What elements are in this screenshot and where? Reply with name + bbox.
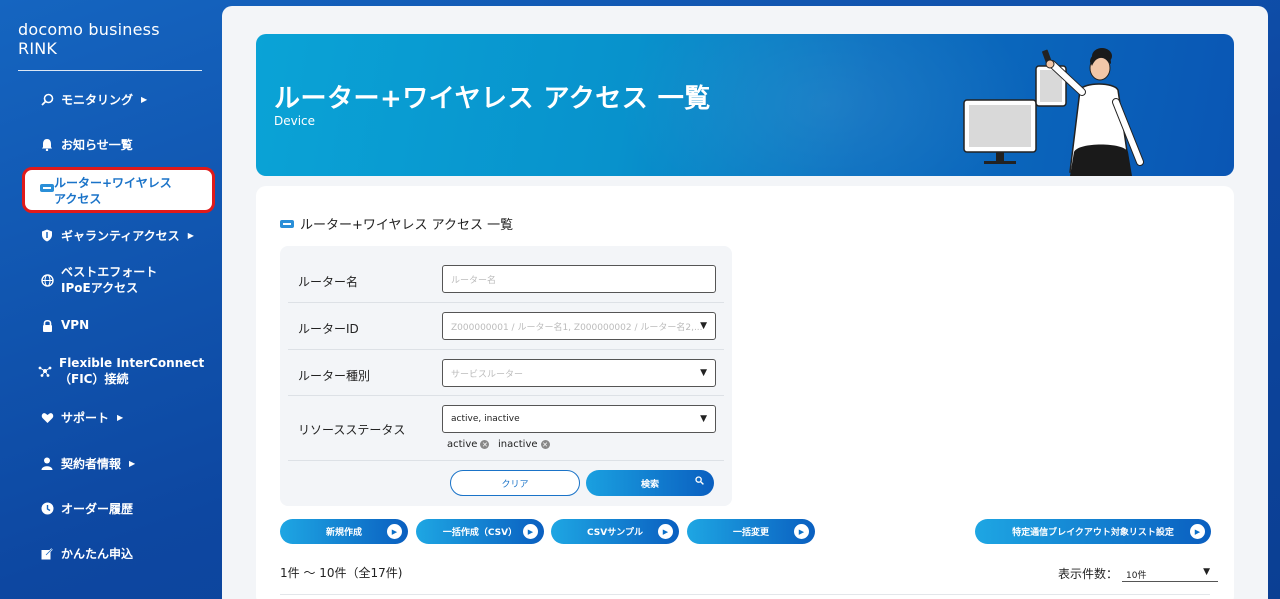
sidebar-item-guaranteed[interactable]: ギャランティアクセス ▶: [40, 227, 194, 244]
sidebar-item-label: VPN: [61, 318, 90, 332]
form-row-resource-status: リソースステータス active, inactive active ✕ inac…: [288, 396, 724, 461]
per-page-select[interactable]: 10件: [1122, 564, 1219, 582]
caret-right-icon: ▶: [187, 231, 194, 240]
edit-icon: [40, 547, 54, 561]
sidebar-item-label: ギャランティアクセス: [61, 229, 180, 243]
clock-icon: [40, 502, 54, 516]
sidebar-item-notices[interactable]: お知らせ一覧: [40, 136, 133, 153]
play-arrow-icon: ▶: [387, 524, 402, 539]
router-type-select[interactable]: サービスルーター: [442, 359, 716, 387]
search-icon: [695, 476, 704, 488]
resource-status-select[interactable]: active, inactive: [442, 405, 716, 433]
sidebar-item-fic[interactable]: Flexible InterConnect （FIC）接続: [38, 355, 204, 387]
search-chart-icon: [40, 93, 54, 107]
sidebar-item-ipoe[interactable]: ベストエフォート IPoEアクセス: [40, 264, 157, 296]
result-count: 1件 ～ 10件（全17件): [280, 566, 403, 580]
sidebar-item-label: かんたん申込: [61, 547, 134, 561]
bulk-create-csv-button[interactable]: 一括作成（CSV） ▶: [416, 519, 544, 544]
main-panel: ルーター+ワイヤレス アクセス 一覧 Device ルーター+ワイヤレス アクセ…: [222, 6, 1268, 599]
play-arrow-icon: ▶: [1190, 524, 1205, 539]
router-icon: [40, 180, 54, 196]
heart-hand-icon: [40, 411, 54, 425]
bulk-change-button[interactable]: 一括変更 ▶: [687, 519, 815, 544]
sidebar-item-order-history[interactable]: オーダー履歴: [40, 500, 133, 517]
router-id-label: ルーターID: [298, 322, 359, 336]
caret-right-icon: ▶: [129, 459, 136, 468]
caret-right-icon: ▶: [117, 413, 124, 422]
globe-icon: [40, 273, 54, 287]
sidebar-item-contract[interactable]: 契約者情報 ▶: [40, 455, 135, 472]
sidebar-item-vpn[interactable]: VPN: [40, 318, 89, 332]
hero-banner: ルーター+ワイヤレス アクセス 一覧 Device: [256, 34, 1234, 176]
person-icon: [40, 457, 54, 471]
bell-icon: [40, 138, 54, 152]
sidebar-item-label: 契約者情報: [61, 457, 122, 471]
hero-illustration: [963, 48, 1144, 176]
lock-icon: [40, 318, 54, 332]
per-page-control: 表示件数： 10件: [1058, 564, 1219, 582]
page-title: ルーター+ワイヤレス アクセス 一覧: [274, 84, 711, 114]
sidebar-item-router-wireless[interactable]: ルーター+ワイヤレス アクセス: [22, 167, 215, 213]
sidebar-item-easy-apply[interactable]: かんたん申込: [40, 545, 133, 562]
sidebar-item-support[interactable]: サポート ▶: [40, 409, 123, 426]
caret-right-icon: ▶: [141, 95, 148, 104]
sidebar-item-label: ルーター+ワイヤレス アクセス: [54, 176, 172, 206]
router-type-label: ルーター種別: [298, 369, 371, 383]
play-arrow-icon: ▶: [523, 524, 538, 539]
sidebar-item-label: サポート: [61, 411, 110, 425]
sidebar-item-label: オーダー履歴: [61, 502, 134, 516]
csv-sample-button[interactable]: CSVサンプル ▶: [551, 519, 679, 544]
sidebar-item-label: お知らせ一覧: [61, 138, 133, 152]
status-chip-active: active ✕: [447, 439, 490, 450]
form-row-router-type: ルーター種別 サービスルーター: [288, 350, 724, 396]
form-row-router-name: ルーター名 ルーター名: [288, 246, 724, 303]
router-id-select[interactable]: Z000000001 / ルーター名1, Z000000002 / ルーター名2…: [442, 312, 716, 340]
section-title: ルーター+ワイヤレス アクセス 一覧: [280, 214, 513, 233]
router-icon: [280, 219, 294, 228]
new-button[interactable]: 新規作成 ▶: [280, 519, 408, 544]
list-card: ルーター+ワイヤレス アクセス 一覧 ルーター名 ルーター名 ルーターID Z0…: [256, 186, 1234, 599]
remove-chip-icon[interactable]: ✕: [480, 440, 490, 449]
breakout-list-settings-button[interactable]: 特定通信ブレイクアウト対象リスト設定 ▶: [975, 519, 1211, 544]
router-name-input[interactable]: ルーター名: [442, 265, 716, 293]
page-subtitle: Device: [274, 114, 316, 128]
router-name-label: ルーター名: [298, 275, 359, 289]
sidebar-item-label: Flexible InterConnect （FIC）接続: [59, 356, 205, 386]
sidebar-item-label: ベストエフォート IPoEアクセス: [61, 265, 158, 295]
sidebar-item-label: モニタリング: [61, 93, 134, 107]
form-row-router-id: ルーターID Z000000001 / ルーター名1, Z000000002 /…: [288, 303, 724, 350]
shield-icon: [40, 229, 54, 243]
play-arrow-icon: ▶: [658, 524, 673, 539]
status-chip-inactive: inactive ✕: [498, 439, 550, 450]
clear-button[interactable]: クリア: [450, 470, 580, 496]
search-form: ルーター名 ルーター名 ルーターID Z000000001 / ルーター名1, …: [280, 246, 732, 506]
sidebar: docomo business RINK モニタリング ▶ お知らせ一覧 ルータ…: [0, 0, 222, 599]
remove-chip-icon[interactable]: ✕: [540, 440, 550, 449]
per-page-label: 表示件数：: [1058, 566, 1119, 581]
network-icon: [38, 364, 52, 378]
resource-status-label: リソースステータス: [298, 423, 406, 437]
search-button[interactable]: 検索: [586, 470, 714, 496]
sidebar-item-monitoring[interactable]: モニタリング ▶: [40, 91, 147, 108]
divider: [280, 594, 1210, 595]
play-arrow-icon: ▶: [794, 524, 809, 539]
brand-logo[interactable]: docomo business RINK: [18, 20, 202, 71]
